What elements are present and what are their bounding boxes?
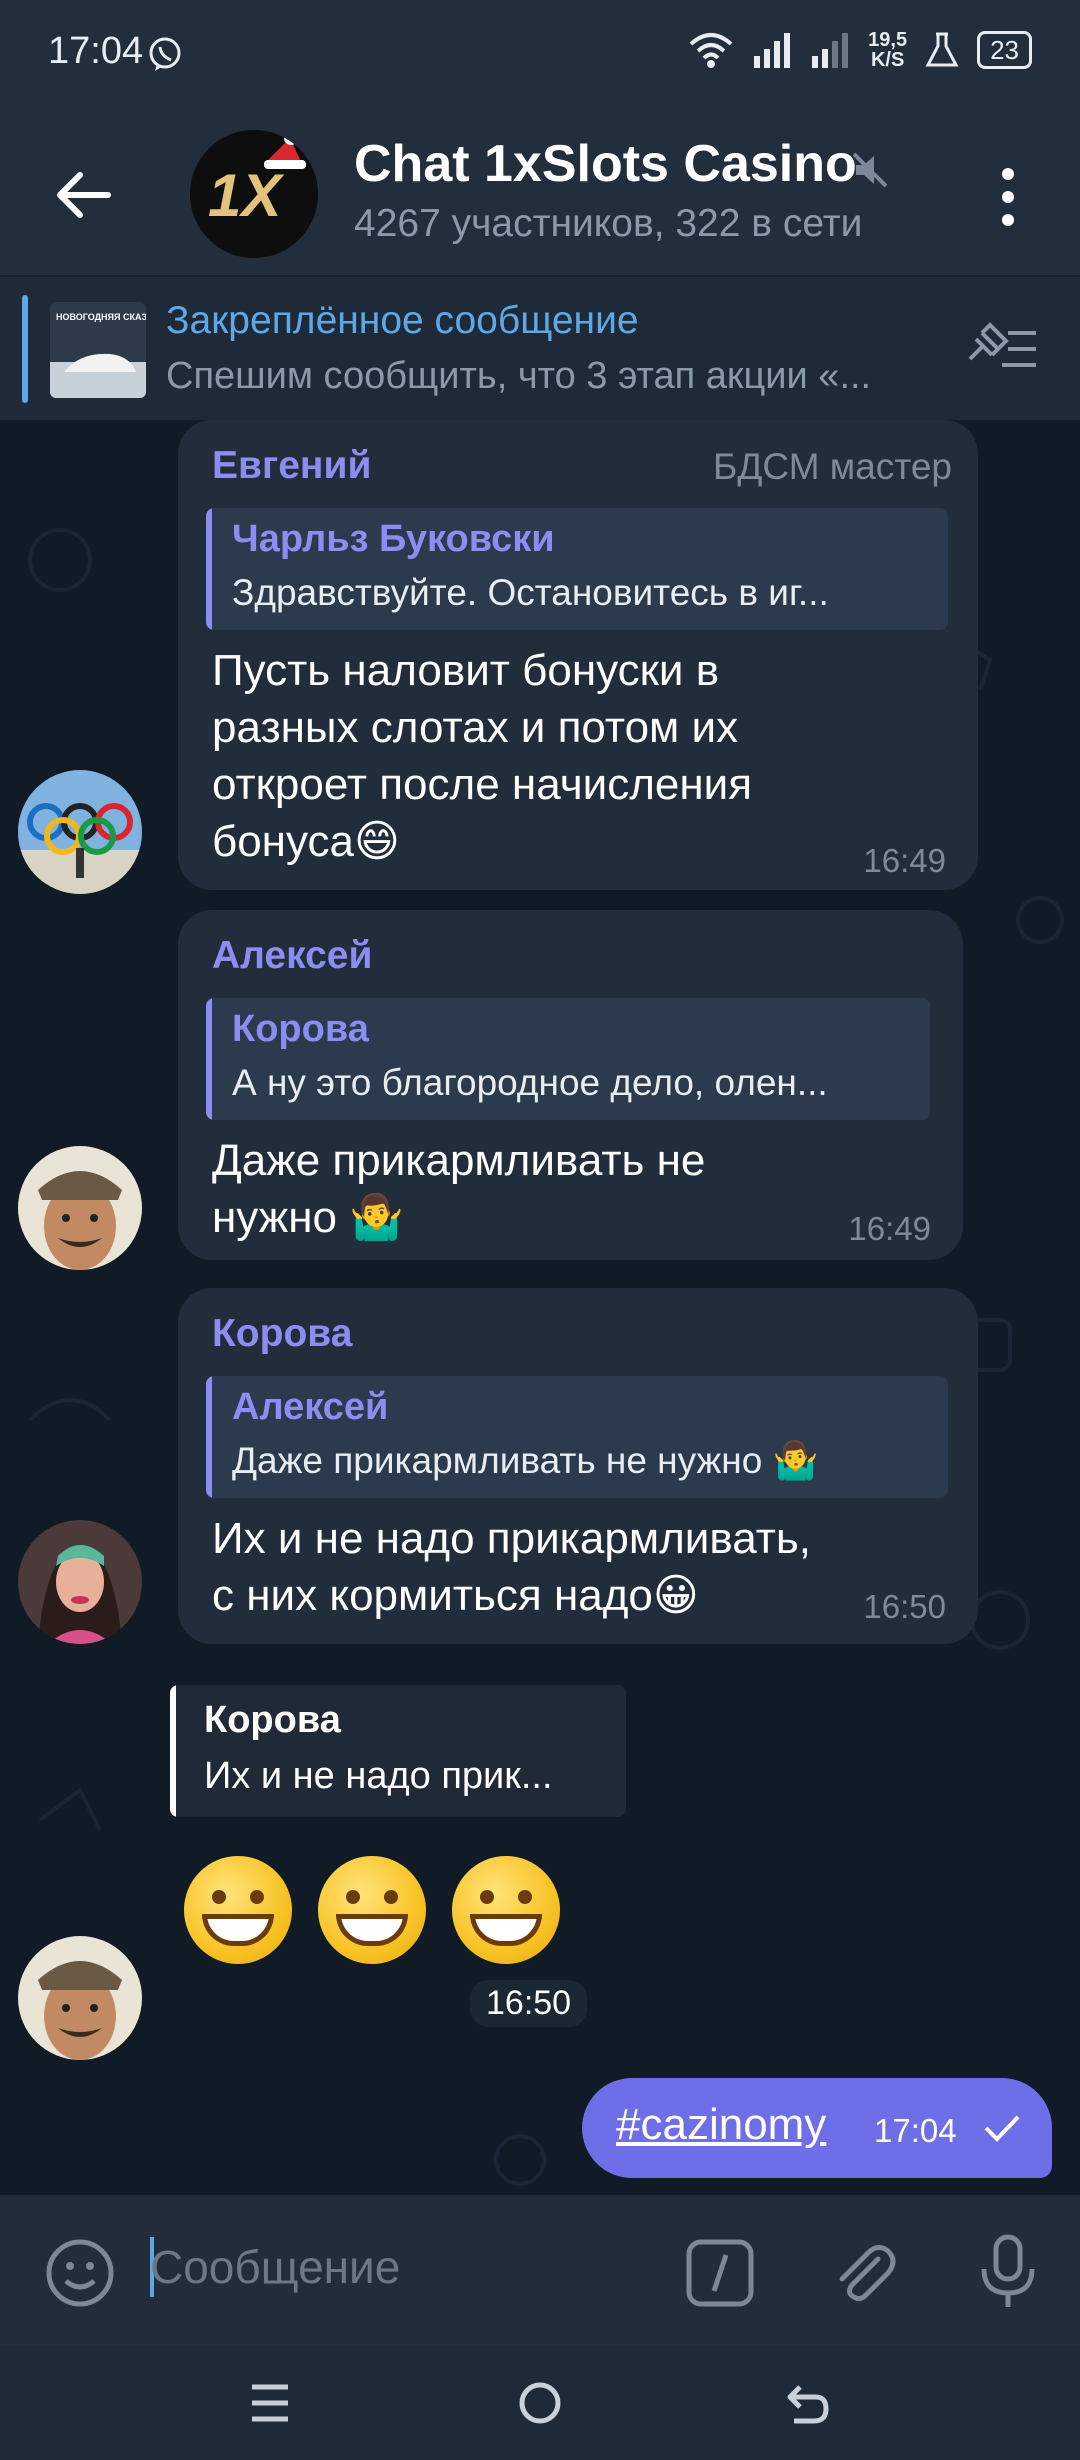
pinned-image: НОВОГОДНЯЯ СКАЗКА (50, 302, 146, 398)
grinning-emoji (184, 1856, 292, 1964)
reply-quote[interactable]: Алексей Даже прикармливать не нужно 🤷‍♂️ (206, 1376, 948, 1498)
pinned-title: Закреплённое сообщение (166, 299, 639, 342)
emoji-icon[interactable] (44, 2237, 116, 2309)
message-text: Пусть наловит бонуски в разных слотах и … (212, 646, 753, 866)
reply-sender: Чарльз Буковски (232, 518, 555, 560)
wifi-icon (689, 33, 733, 68)
status-bar: 17:04 19,5 K/S 23 (0, 0, 1080, 110)
sender-name[interactable]: Алексей (212, 934, 372, 978)
battery-indicator: 23 (977, 31, 1032, 69)
reply-bar (206, 998, 212, 1120)
chat-avatar[interactable]: 1X (190, 130, 318, 258)
avatar[interactable] (18, 1146, 142, 1270)
message-time: 16:50 (470, 1980, 588, 2027)
home-icon[interactable] (516, 2379, 564, 2427)
pinned-list-icon[interactable] (962, 319, 1042, 379)
man-in-cap-avatar-icon (18, 1146, 142, 1270)
reply-bar (206, 1376, 212, 1498)
reply-sender: Алексей (232, 1386, 389, 1428)
microphone-icon[interactable] (972, 2233, 1044, 2313)
woman-portrait-avatar-icon (18, 1520, 142, 1644)
lab-flask-icon (925, 32, 959, 67)
reply-sender: Корова (204, 1699, 341, 1741)
members-count: 4267 участников, 322 в сети (354, 202, 863, 245)
reply-text: А ну это благородное дело, олен... (232, 1062, 828, 1103)
message-time: 17:04 (874, 2112, 957, 2149)
reply-text: Их и не надо прик... (204, 1755, 553, 1797)
message-time: 16:49 (863, 842, 946, 879)
avatar[interactable] (18, 770, 142, 894)
reply-quote[interactable]: Чарльз Буковски Здравствуйте. Остановите… (206, 508, 948, 630)
reply-text: Здравствуйте. Остановитесь в иг... (232, 572, 829, 613)
back-nav-icon[interactable] (784, 2379, 832, 2427)
message-bubble[interactable]: Алексей Корова А ну это благородное дело… (178, 910, 963, 1260)
message-time: 16:50 (863, 1588, 946, 1625)
svg-text:НОВОГОДНЯЯ СКАЗКА: НОВОГОДНЯЯ СКАЗКА (56, 312, 146, 322)
reply-text: Даже прикармливать не нужно 🤷‍♂️ (232, 1440, 819, 1481)
message-bubble[interactable]: Корова Алексей Даже прикармливать не нуж… (178, 1288, 978, 1644)
man-in-cap-avatar-icon (18, 1936, 142, 2060)
system-nav-bar (0, 2345, 1080, 2460)
sent-check-icon (984, 2115, 1020, 2142)
message-input-bar: Сообщение (0, 2195, 1080, 2345)
signal-icon (754, 33, 791, 68)
net-speed: 19,5 K/S (868, 29, 908, 71)
message-input[interactable]: Сообщение (150, 2240, 400, 2294)
attach-icon[interactable] (828, 2237, 900, 2309)
muted-speaker-icon (852, 152, 888, 188)
back-arrow-icon[interactable] (50, 160, 120, 230)
message-text: Даже прикармливать не нужно 🤷‍♂️ (212, 1136, 706, 1242)
sender-name[interactable]: Евгений (212, 444, 371, 488)
own-message-bubble[interactable]: #cazinomy 17:04 (582, 2078, 1052, 2178)
message-bubble[interactable]: Евгений БДСМ мастер Чарльз Буковски Здра… (178, 420, 978, 890)
message-time: 16:49 (848, 1210, 931, 1247)
sender-rank: БДСМ мастер (713, 446, 952, 487)
sender-name[interactable]: Корова (212, 1312, 352, 1356)
avatar[interactable] (18, 1936, 142, 2060)
reply-bar (170, 1685, 176, 1817)
pinned-thumbnail: НОВОГОДНЯЯ СКАЗКА (50, 302, 146, 398)
chat-header: 1X Chat 1xSlots Casino 4267 участников, … (0, 110, 1080, 275)
olympic-rings-avatar-icon (18, 770, 142, 894)
chat-title[interactable]: Chat 1xSlots Casino (354, 134, 857, 194)
status-time: 17:04 (48, 30, 144, 72)
avatar[interactable] (18, 1520, 142, 1644)
grinning-emoji (452, 1856, 560, 1964)
reply-quote[interactable]: Корова А ну это благородное дело, олен..… (206, 998, 930, 1120)
hashtag-link[interactable]: #cazinomy (616, 2100, 826, 2150)
message-list[interactable]: Евгений БДСМ мастер Чарльз Буковски Здра… (0, 420, 1080, 2195)
reply-sender: Корова (232, 1008, 369, 1050)
reply-bar (206, 508, 212, 630)
more-vertical-icon[interactable] (988, 162, 1028, 232)
svg-text:1X: 1X (208, 162, 285, 229)
pinned-indicator (22, 295, 28, 403)
casino-logo-icon: 1X (190, 130, 318, 258)
menu-icon[interactable] (248, 2381, 292, 2425)
pinned-text: Спешим сообщить, что 3 этап акции «... (166, 355, 872, 397)
signal-2-icon (812, 33, 849, 68)
status-icons: 19,5 K/S 23 (688, 30, 1032, 70)
grinning-emoji (318, 1856, 426, 1964)
pinned-message[interactable]: НОВОГОДНЯЯ СКАЗКА Закреплённое сообщение… (0, 275, 1080, 422)
message-text: Их и не надо прикармливать, с них кормит… (212, 1514, 812, 1620)
viber-icon (149, 37, 181, 71)
bot-command-icon[interactable] (684, 2237, 756, 2309)
reply-quote[interactable]: Корова Их и не надо прик... (170, 1685, 626, 1817)
